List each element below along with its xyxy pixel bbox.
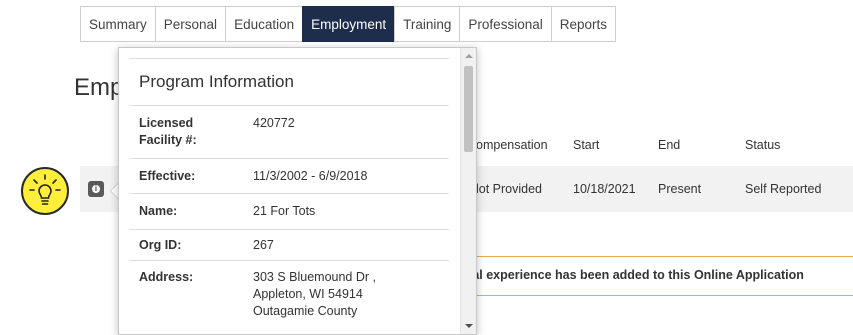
- scroll-up-icon[interactable]: [465, 54, 473, 58]
- page-title: Emp: [74, 74, 124, 101]
- column-header-end: End: [658, 138, 681, 152]
- tab-bar: Summary Personal Education Employment Tr…: [80, 6, 616, 42]
- scrollbar-thumb[interactable]: [464, 66, 473, 152]
- column-header-compensation: ompensation: [476, 138, 548, 152]
- field-value-licensed-facility: 420772: [253, 116, 295, 130]
- field-value-effective: 11/3/2002 - 6/9/2018: [253, 169, 368, 183]
- cell-start: 10/18/2021: [573, 182, 636, 196]
- tab-professional[interactable]: Professional: [459, 6, 551, 42]
- tab-training[interactable]: Training: [394, 6, 460, 42]
- field-value-name: 21 For Tots: [253, 204, 316, 218]
- cell-end: Present: [658, 182, 702, 196]
- popover-title: Program Information: [139, 72, 294, 91]
- column-header-start: Start: [573, 138, 600, 152]
- popover-scrollbar[interactable]: [460, 48, 476, 334]
- divider: [129, 58, 449, 59]
- info-icon[interactable]: i: [88, 181, 104, 197]
- tab-employment[interactable]: Employment: [302, 6, 395, 42]
- divider: [129, 158, 449, 159]
- divider: [129, 229, 449, 230]
- cell-compensation: lot Provided: [476, 182, 543, 196]
- field-label-licensed-facility: Licensed Facility #:: [139, 116, 197, 147]
- field-label-effective: Effective:: [139, 169, 196, 183]
- tab-summary[interactable]: Summary: [80, 6, 155, 42]
- notice-text: rial experience has been added to this O…: [464, 268, 804, 282]
- field-label-address: Address:: [139, 270, 194, 284]
- tab-education[interactable]: Education: [225, 6, 303, 42]
- lightbulb-icon: [21, 167, 69, 215]
- divider: [129, 105, 449, 106]
- field-value-address: 303 S Bluemound Dr , Appleton, WI 54914 …: [253, 270, 376, 318]
- tab-reports[interactable]: Reports: [550, 6, 616, 42]
- tab-personal[interactable]: Personal: [154, 6, 226, 42]
- column-header-status: Status: [745, 138, 781, 152]
- cell-status: Self Reported: [745, 182, 822, 196]
- program-info-popover: Program Information Licensed Facility #:…: [118, 47, 477, 335]
- field-label-org-id: Org ID:: [139, 238, 182, 252]
- field-label-name: Name:: [139, 204, 178, 218]
- scroll-down-icon[interactable]: [465, 324, 473, 328]
- divider: [129, 193, 449, 194]
- popover-content: Program Information Licensed Facility #:…: [119, 48, 459, 334]
- field-value-org-id: 267: [253, 238, 274, 252]
- divider: [129, 260, 449, 261]
